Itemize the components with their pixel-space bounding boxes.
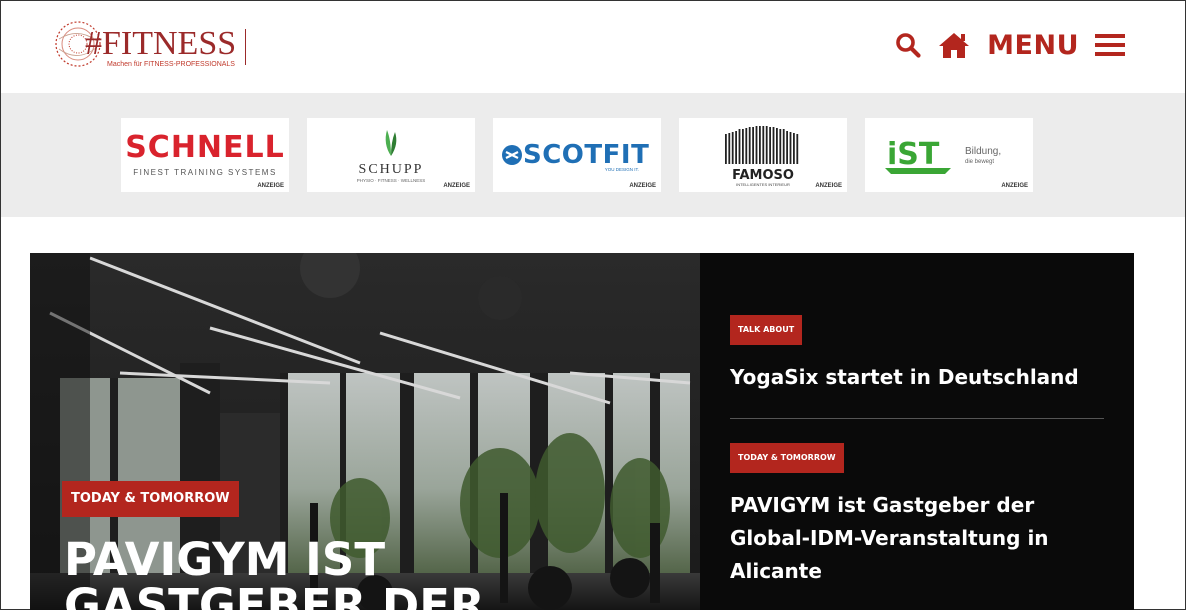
ad-badge: ANZEIGE (629, 183, 656, 189)
menu-button[interactable]: MENU (987, 30, 1079, 61)
sponsor-tagline: FINEST TRAINING SYSTEMS (133, 168, 277, 177)
scotfit-emblem-icon (502, 145, 522, 165)
side-divider (730, 418, 1104, 419)
svg-text:iST: iST (887, 137, 940, 172)
sponsor-famoso[interactable]: FAMOSO INTELLIGENTES INTERIEUR ANZEIGE (679, 118, 847, 192)
side-article-2-title-line3: Alicante (730, 559, 822, 583)
sponsor-ist[interactable]: iST Bildung, die bewegt ANZEIGE (865, 118, 1033, 192)
side-article-1-category[interactable]: TALK ABOUT (730, 315, 803, 345)
ad-badge: ANZEIGE (1001, 183, 1028, 189)
leaf-icon (385, 130, 397, 156)
hero-section: TODAY & TOMORROW PAVIGYM IST GASTGEBER D… (30, 253, 1134, 610)
ist-logo-icon: iST (885, 137, 951, 174)
logo-title: #FITNESS (85, 25, 237, 62)
home-icon[interactable] (937, 31, 971, 59)
side-article-1-title[interactable]: YogaSix startet in Deutschland (730, 361, 1079, 394)
header-nav: MENU (895, 27, 1125, 63)
sponsor-name: SCHUPP (358, 162, 424, 177)
hero-title-line2: GASTGEBER DER (64, 579, 485, 610)
sponsor-schnell[interactable]: SCHNELL FINEST TRAINING SYSTEMS ANZEIGE (121, 118, 289, 192)
side-article-2-title[interactable]: PAVIGYM ist Gastgeber der Global-IDM-Ver… (730, 489, 1049, 588)
logo-subtitle: Machen für FITNESS-PROFESSIONALS (107, 61, 235, 68)
ad-badge: ANZEIGE (815, 183, 842, 189)
sponsor-schupp[interactable]: SCHUPP PHYSIO · FITNESS · WELLNESS ANZEI… (307, 118, 475, 192)
hero-side-panel: TALK ABOUT YogaSix startet in Deutschlan… (700, 253, 1134, 610)
sponsor-name: FAMOSO (732, 168, 794, 183)
hero-main-category[interactable]: TODAY & TOMORROW (62, 481, 239, 517)
sponsor-tagline: Bildung, die bewegt (965, 146, 1001, 168)
hero-main-title[interactable]: PAVIGYM IST GASTGEBER DER (64, 537, 485, 610)
sponsor-name: SCOTFIT (523, 140, 650, 170)
sponsor-scotfit[interactable]: SCOTFIT YOU DESIGN IT. ANZEIGE (493, 118, 661, 192)
logo-divider (245, 29, 246, 65)
ad-badge: ANZEIGE (257, 183, 284, 189)
ad-badge: ANZEIGE (443, 183, 470, 189)
famoso-bars-icon (725, 126, 799, 164)
site-header: #FITNESS Machen für FITNESS-PROFESSIONAL… (1, 1, 1185, 93)
hamburger-icon[interactable] (1095, 32, 1125, 58)
sponsor-strip: SCHNELL FINEST TRAINING SYSTEMS ANZEIGE … (1, 93, 1185, 217)
search-icon[interactable] (895, 32, 921, 58)
sponsor-tagline: YOU DESIGN IT. (604, 167, 639, 172)
side-article-2-category[interactable]: TODAY & TOMORROW (730, 443, 844, 473)
site-logo[interactable]: #FITNESS Machen für FITNESS-PROFESSIONAL… (53, 17, 253, 77)
ist-tagline-line1: Bildung, (965, 146, 1002, 157)
sponsor-name: SCHNELL (125, 130, 285, 165)
side-article-2-title-line2: Global-IDM-Veranstaltung in (730, 526, 1049, 550)
hero-title-line1: PAVIGYM IST (64, 533, 386, 586)
side-article-2-title-line1: PAVIGYM ist Gastgeber der (730, 493, 1035, 517)
ist-tagline-line2: die bewegt (965, 159, 995, 165)
